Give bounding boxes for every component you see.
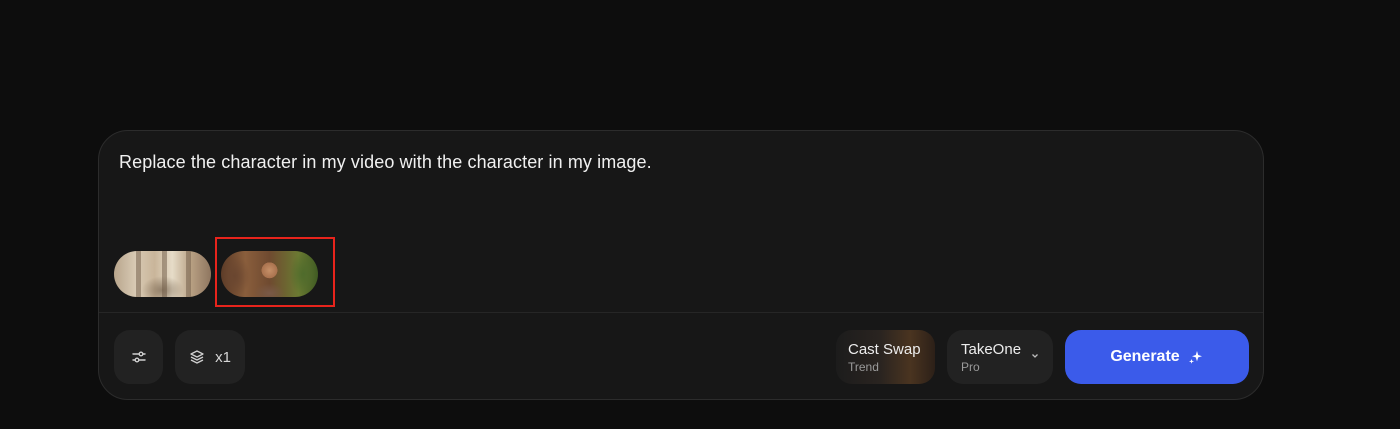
style-subtitle: Trend <box>848 359 879 374</box>
generate-button[interactable]: Generate <box>1065 330 1249 384</box>
style-selector[interactable]: Cast Swap Trend <box>836 330 935 384</box>
model-title: TakeOne <box>961 340 1022 358</box>
model-subtitle: Pro <box>961 359 980 374</box>
divider <box>99 312 1263 313</box>
prompt-composer: Replace the character in my video with t… <box>98 130 1264 400</box>
output-count-label: x1 <box>215 348 231 366</box>
output-count-button[interactable]: x1 <box>175 330 245 384</box>
settings-button[interactable] <box>114 330 163 384</box>
generate-label: Generate <box>1110 348 1180 365</box>
layers-icon <box>190 350 204 364</box>
sliders-icon <box>131 351 146 363</box>
model-selector[interactable]: TakeOne Pro <box>947 330 1053 384</box>
style-title: Cast Swap <box>848 340 921 358</box>
chevron-down-icon <box>1032 354 1038 358</box>
attachment-thumbnail-scene[interactable] <box>114 251 211 297</box>
selection-highlight <box>215 237 335 307</box>
prompt-text[interactable]: Replace the character in my video with t… <box>119 152 652 173</box>
sparkle-icon <box>1188 351 1202 364</box>
